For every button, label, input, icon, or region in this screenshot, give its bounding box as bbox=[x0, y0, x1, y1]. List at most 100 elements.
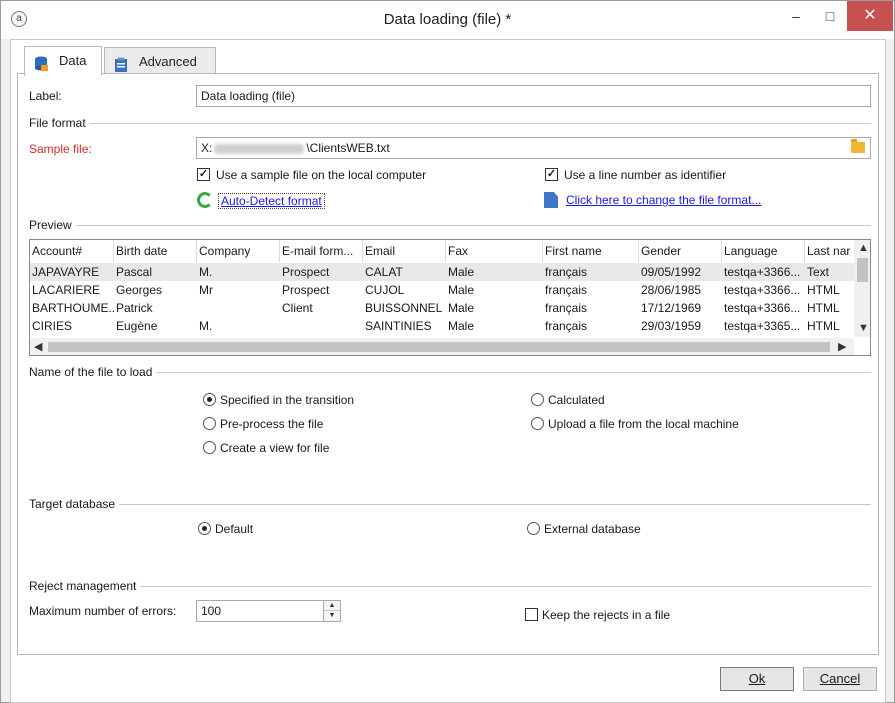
radio-default-db-label: Default bbox=[215, 522, 254, 536]
refresh-icon bbox=[197, 192, 213, 208]
file-to-load-heading: Name of the file to load bbox=[29, 365, 157, 379]
scroll-right-icon[interactable]: ▶ bbox=[838, 340, 846, 353]
change-format-link[interactable]: Click here to change the file format... bbox=[566, 193, 761, 207]
table-cell: français bbox=[545, 265, 588, 279]
radio-upload-local[interactable] bbox=[531, 417, 544, 430]
use-line-number-checkbox[interactable]: ✓ bbox=[545, 168, 558, 181]
scroll-down-icon[interactable]: ▼ bbox=[858, 322, 869, 334]
table-cell: LACARIERE bbox=[32, 283, 101, 297]
vertical-scroll-thumb[interactable] bbox=[857, 258, 868, 282]
stepper-down-icon[interactable]: ▼ bbox=[324, 611, 340, 621]
column-header[interactable]: First name bbox=[543, 240, 639, 262]
table-cell: Patrick bbox=[116, 301, 153, 315]
radio-calculated[interactable] bbox=[531, 393, 544, 406]
tab-advanced[interactable]: Advanced bbox=[104, 47, 216, 76]
table-cell: Prospect bbox=[282, 265, 330, 279]
column-header[interactable]: Email bbox=[363, 240, 446, 262]
radio-pre-process-label: Pre-process the file bbox=[220, 417, 324, 431]
horizontal-scroll-thumb[interactable] bbox=[48, 342, 830, 352]
table-cell: Client bbox=[282, 301, 313, 315]
table-cell: 29/03/1959 bbox=[641, 319, 702, 333]
table-cell: Georges bbox=[116, 283, 163, 297]
radio-external-db-label: External database bbox=[544, 522, 641, 536]
target-database-section: Target database bbox=[29, 497, 871, 511]
table-cell: Male bbox=[448, 283, 475, 297]
sample-file-suffix: \ClientsWEB.txt bbox=[306, 141, 390, 155]
title-bar[interactable]: a Data loading (file) * – □ ✕ bbox=[1, 1, 894, 39]
clipboard-icon bbox=[113, 55, 129, 72]
radio-specified-in-transition[interactable] bbox=[203, 393, 216, 406]
radio-default-db[interactable] bbox=[198, 522, 211, 535]
radio-specified-in-transition-label: Specified in the transition bbox=[220, 393, 355, 407]
grid-header: Account# Birth date Company E-mail form.… bbox=[30, 240, 854, 262]
reject-section: Reject management bbox=[29, 579, 871, 593]
radio-pre-process[interactable] bbox=[203, 417, 216, 430]
table-row[interactable]: CIRIES Eugène M. SAINTINIES Male françai… bbox=[30, 317, 854, 335]
table-cell: 28/06/1985 bbox=[641, 283, 702, 297]
table-cell: Male bbox=[448, 301, 475, 315]
preview-grid[interactable]: Account# Birth date Company E-mail form.… bbox=[29, 239, 871, 356]
table-cell: CIRIES bbox=[32, 319, 73, 333]
tab-data[interactable]: Data bbox=[24, 46, 102, 76]
tab-panel bbox=[17, 73, 879, 655]
label-caption: Label: bbox=[29, 89, 62, 103]
column-header[interactable]: Birth date bbox=[114, 240, 197, 262]
folder-icon[interactable] bbox=[851, 139, 865, 153]
column-header[interactable]: Account# bbox=[30, 240, 114, 262]
scroll-left-icon[interactable]: ◀ bbox=[34, 340, 42, 353]
column-header[interactable]: Gender bbox=[639, 240, 722, 262]
vertical-scrollbar[interactable]: ▲ ▼ bbox=[854, 240, 870, 337]
column-header[interactable]: Fax bbox=[446, 240, 543, 262]
table-cell: CALAT bbox=[365, 265, 403, 279]
table-cell: M. bbox=[199, 319, 213, 333]
table-cell: testqa+3365... bbox=[724, 319, 801, 333]
table-cell: BARTHOUME... bbox=[32, 301, 114, 315]
radio-create-view[interactable] bbox=[203, 441, 216, 454]
table-cell: Mr bbox=[199, 283, 213, 297]
radio-calculated-label: Calculated bbox=[548, 393, 605, 407]
cancel-button[interactable]: Cancel bbox=[803, 667, 877, 691]
tab-data-label: Data bbox=[59, 53, 87, 68]
column-header[interactable]: Last nar bbox=[805, 240, 854, 262]
ok-button[interactable]: Ok bbox=[720, 667, 794, 691]
use-sample-local-checkbox[interactable]: ✓ bbox=[197, 168, 210, 181]
cancel-button-label: Cancel bbox=[819, 671, 861, 686]
column-header[interactable]: Company bbox=[197, 240, 280, 262]
max-errors-stepper[interactable]: ▲ ▼ bbox=[323, 600, 341, 622]
table-cell: 17/12/1969 bbox=[641, 301, 702, 315]
minimize-button[interactable]: – bbox=[779, 1, 813, 31]
max-errors-caption: Maximum number of errors: bbox=[29, 604, 177, 618]
sample-file-prefix: X: bbox=[201, 141, 213, 155]
stepper-up-icon[interactable]: ▲ bbox=[324, 601, 340, 611]
database-icon bbox=[33, 54, 49, 71]
horizontal-scrollbar[interactable]: ◀ ▶ bbox=[30, 338, 854, 355]
maximize-button[interactable]: □ bbox=[813, 1, 847, 31]
table-row[interactable]: JAPAVAYRE Pascal M. Prospect CALAT Male … bbox=[30, 263, 854, 281]
column-header[interactable]: Language bbox=[722, 240, 805, 262]
sample-file-input[interactable]: X: \ClientsWEB.txt bbox=[196, 137, 871, 159]
preview-heading: Preview bbox=[29, 218, 76, 232]
table-cell: testqa+3366... bbox=[724, 283, 801, 297]
redacted-path bbox=[214, 143, 305, 154]
table-cell: BUISSONNEL bbox=[365, 301, 443, 315]
reject-heading: Reject management bbox=[29, 579, 141, 593]
radio-external-db[interactable] bbox=[527, 522, 540, 535]
table-cell: français bbox=[545, 319, 588, 333]
radio-create-view-label: Create a view for file bbox=[220, 441, 330, 455]
table-cell: Eugène bbox=[116, 319, 158, 333]
use-line-number-label: Use a line number as identifier bbox=[564, 168, 727, 182]
table-row[interactable]: LACARIERE Georges Mr Prospect CUJOL Male… bbox=[30, 281, 854, 299]
table-cell: testqa+3366... bbox=[724, 265, 801, 279]
table-cell: SAINTINIES bbox=[365, 319, 432, 333]
keep-rejects-checkbox[interactable] bbox=[525, 608, 538, 621]
preview-section: Preview bbox=[29, 218, 871, 232]
table-cell: Male bbox=[448, 265, 475, 279]
max-errors-input[interactable]: 100 bbox=[196, 600, 324, 622]
table-cell: HTML bbox=[807, 319, 840, 333]
label-input[interactable]: Data loading (file) bbox=[196, 85, 871, 107]
table-row[interactable]: BARTHOUME... Patrick Client BUISSONNEL M… bbox=[30, 299, 854, 317]
scroll-up-icon[interactable]: ▲ bbox=[858, 242, 869, 254]
close-button[interactable]: ✕ bbox=[847, 1, 893, 31]
auto-detect-link[interactable]: Auto-Detect format bbox=[218, 193, 325, 209]
column-header[interactable]: E-mail form... bbox=[280, 240, 363, 262]
